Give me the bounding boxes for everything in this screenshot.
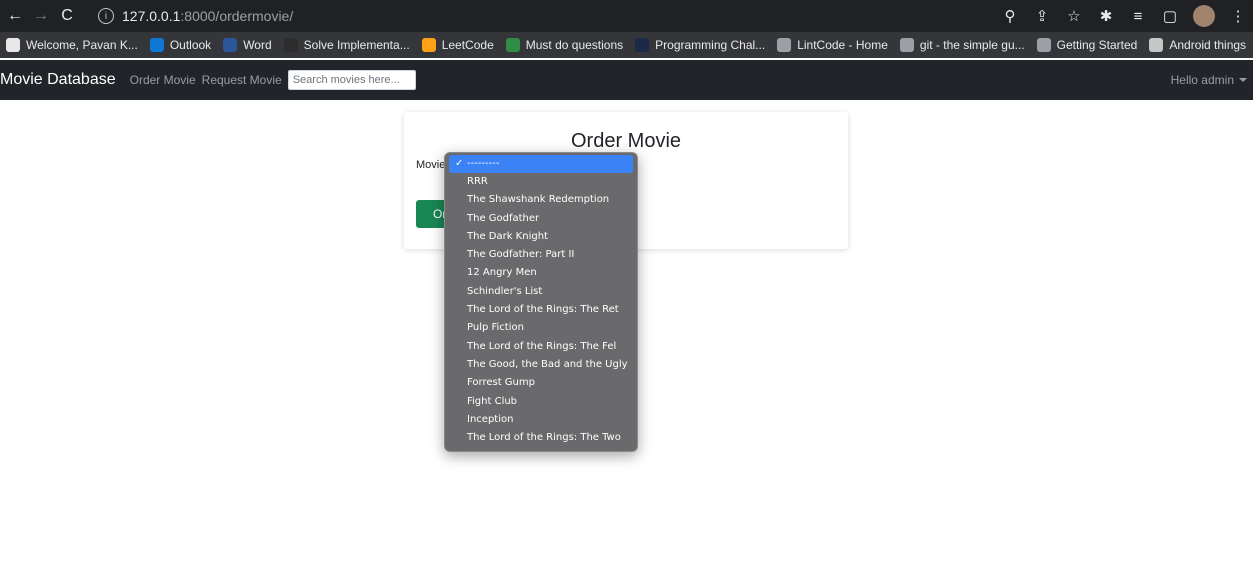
reading-list-icon[interactable]: ≡	[1129, 8, 1147, 25]
brand-link[interactable]: Movie Database	[0, 71, 116, 89]
dropdown-option[interactable]: The Lord of the Rings: The Two	[445, 429, 637, 447]
bookmark-favicon-icon	[6, 38, 20, 52]
option-label: The Lord of the Rings: The Ret	[467, 304, 619, 316]
profile-avatar[interactable]	[1193, 5, 1215, 27]
dropdown-option[interactable]: The Lord of the Rings: The Fel	[445, 338, 637, 356]
dropdown-option[interactable]: The Shawshank Redemption	[445, 191, 637, 209]
nav-link-order-movie[interactable]: Order Movie	[130, 73, 196, 87]
option-label: Forrest Gump	[467, 377, 535, 389]
dropdown-option[interactable]: 12 Angry Men	[445, 264, 637, 282]
url-path: :8000/ordermovie/	[180, 8, 294, 24]
bookmark-label: Solve Implementa...	[303, 38, 410, 52]
bookmark-item[interactable]: LintCode - Home	[777, 38, 888, 52]
user-greeting: Hello admin	[1170, 73, 1234, 87]
movie-field-label: Movie	[416, 159, 446, 171]
page-title: Order Movie	[570, 130, 682, 152]
dropdown-option[interactable]: The Lord of the Rings: The Ret	[445, 301, 637, 319]
bookmark-label: Programming Chal...	[655, 38, 766, 52]
dropdown-option[interactable]: Pulp Fiction	[445, 319, 637, 337]
bookmark-item[interactable]: Solve Implementa...	[283, 38, 410, 52]
reload-icon[interactable]: C	[56, 5, 78, 27]
option-label: The Godfather	[467, 212, 540, 224]
address-bar[interactable]: i 127.0.0.1 :8000/ordermovie/	[88, 4, 948, 28]
caret-down-icon	[1239, 78, 1247, 82]
bookmark-favicon-icon	[223, 38, 238, 52]
bookmark-item[interactable]: Programming Chal...	[635, 38, 765, 52]
option-label: Inception	[467, 413, 514, 425]
option-label: The Lord of the Rings: The Two	[467, 432, 621, 444]
bookmark-item[interactable]: Android things	[1149, 38, 1246, 52]
bookmark-favicon-icon	[777, 38, 792, 52]
zoom-icon[interactable]: ⚲	[1001, 7, 1019, 25]
extensions-icon[interactable]: ✱	[1097, 7, 1115, 25]
back-icon[interactable]: ←	[4, 5, 26, 27]
bookmark-label: git - the simple gu...	[919, 38, 1025, 52]
option-label: Fight Club	[467, 395, 518, 407]
dropdown-option[interactable]: ✓ ---------	[449, 155, 633, 173]
share-icon[interactable]: ⇪	[1033, 7, 1051, 25]
option-label: The Shawshank Redemption	[467, 194, 610, 206]
bookmarks-bar: Welcome, Pavan K... Outlook Word Solve Impl…	[0, 32, 1253, 58]
bookmark-item[interactable]: Getting Started	[1036, 38, 1138, 52]
dropdown-option[interactable]: The Dark Knight	[445, 228, 637, 246]
nav-link-request-movie[interactable]: Request Movie	[202, 73, 282, 87]
bookmark-favicon-icon	[149, 38, 164, 52]
bookmark-item[interactable]: Must do questions	[505, 38, 624, 52]
bookmark-item[interactable]: Outlook	[149, 38, 212, 52]
bookmark-favicon-icon	[505, 38, 520, 52]
browser-actions: ⚲ ⇪ ☆ ✱ ≡ ▢ ⋮	[1001, 5, 1247, 27]
option-label: Pulp Fiction	[467, 322, 524, 334]
bookmark-item[interactable]: Welcome, Pavan K...	[6, 38, 138, 52]
movie-select-dropdown[interactable]: ✓ --------- RRR The Shawshank Redemption The…	[444, 152, 638, 452]
url-host: 127.0.0.1	[122, 8, 181, 24]
option-label: Schindler's List	[467, 285, 543, 297]
info-icon[interactable]: i	[98, 8, 114, 24]
dropdown-option[interactable]: Schindler's List	[445, 283, 637, 301]
bookmark-label: Getting Started	[1056, 38, 1138, 52]
dropdown-option[interactable]: Fight Club	[445, 393, 637, 411]
bookmark-label: Welcome, Pavan K...	[26, 38, 138, 52]
option-label: 12 Angry Men	[467, 267, 537, 279]
dropdown-option[interactable]: The Good, the Bad and the Ugly	[445, 356, 637, 374]
bookmark-favicon-icon	[1149, 38, 1164, 52]
forward-icon[interactable]: →	[30, 5, 52, 27]
option-label: RRR	[467, 176, 488, 187]
checkmark-icon: ✓	[455, 158, 464, 169]
bookmark-label: LintCode - Home	[797, 38, 888, 52]
side-panel-icon[interactable]: ▢	[1161, 7, 1179, 25]
bookmark-favicon-icon	[283, 38, 298, 52]
option-label: The Good, the Bad and the Ugly	[467, 358, 628, 370]
bookmark-item[interactable]: Word	[223, 38, 272, 52]
option-label: The Lord of the Rings: The Fel	[467, 340, 617, 352]
bookmark-favicon-icon	[635, 38, 650, 52]
option-label: The Godfather: Part II	[467, 249, 575, 261]
bookmark-item[interactable]: LeetCode	[421, 38, 494, 52]
dropdown-option[interactable]: RRR	[445, 173, 637, 191]
dropdown-option[interactable]: The Godfather	[445, 210, 637, 228]
bookmark-label: Android things	[1169, 38, 1247, 52]
search-input[interactable]	[287, 70, 416, 90]
dropdown-option[interactable]: Forrest Gump	[445, 374, 637, 392]
bookmark-label: Outlook	[169, 38, 212, 52]
menu-icon[interactable]: ⋮	[1229, 7, 1247, 25]
browser-toolbar: ← → C i 127.0.0.1 :8000/ordermovie/ ⚲ ⇪ …	[0, 0, 1253, 32]
bookmark-label: Must do questions	[525, 38, 624, 52]
dropdown-option[interactable]: Inception	[445, 411, 637, 429]
bookmark-favicon-icon	[899, 38, 914, 52]
user-menu[interactable]: Hello admin	[1171, 73, 1247, 87]
star-icon[interactable]: ☆	[1065, 7, 1083, 25]
dropdown-option[interactable]: The Godfather: Part II	[445, 246, 637, 264]
bookmark-label: LeetCode	[441, 38, 494, 52]
bookmark-label: Word	[243, 38, 272, 52]
bookmark-favicon-icon	[421, 38, 436, 52]
bookmark-favicon-icon	[1036, 38, 1051, 52]
option-label: The Dark Knight	[467, 230, 548, 242]
app-navbar: Movie Database Order Movie Request Movie…	[0, 60, 1253, 100]
option-label: ---------	[467, 158, 500, 169]
bookmark-item[interactable]: git - the simple gu...	[899, 38, 1025, 52]
